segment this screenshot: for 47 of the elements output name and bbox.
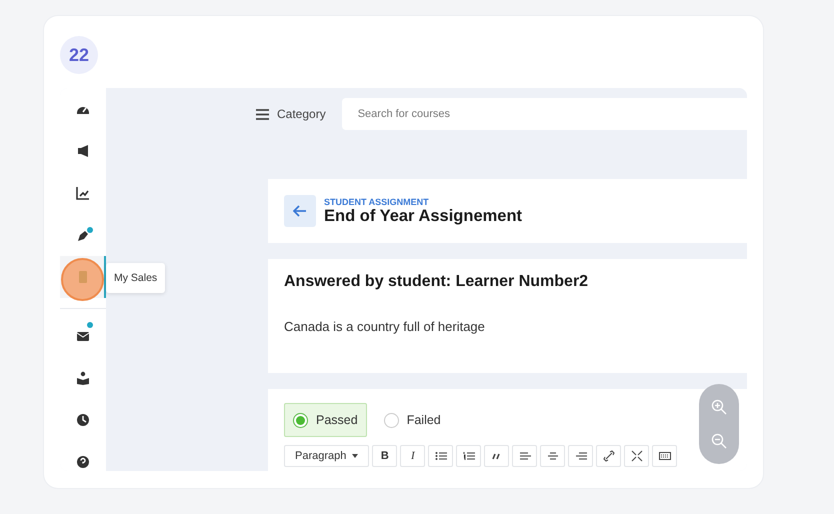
pen-icon	[76, 228, 90, 242]
toolbar-button[interactable]	[540, 445, 566, 467]
tooltip: My Sales	[106, 263, 166, 293]
keyboard-icon	[658, 450, 671, 462]
back-arrow-icon	[293, 205, 307, 217]
italic-button[interactable]: I	[400, 445, 426, 467]
answer-heading: Answered by student: Learner Number2	[284, 273, 590, 291]
zoom-in-icon	[711, 399, 727, 415]
align-center-icon	[546, 450, 559, 462]
category-label: Category	[277, 107, 326, 121]
assignment-title: End of Year Assignement	[324, 206, 522, 226]
toolbar-button[interactable]	[512, 445, 538, 467]
option-label: Passed	[316, 413, 358, 427]
reader-icon	[76, 371, 90, 385]
menu-icon	[256, 108, 269, 120]
paragraph-dropdown[interactable]: Paragraph	[284, 445, 370, 467]
step-badge: 22	[60, 36, 98, 74]
category-menu[interactable]: Category	[256, 107, 326, 121]
radio-button[interactable]	[384, 412, 399, 428]
toolbar-button[interactable]	[568, 445, 594, 467]
grade-option[interactable]: Passed	[284, 403, 367, 437]
align-right-icon	[574, 450, 587, 462]
expand-icon	[630, 450, 643, 462]
toolbar-button[interactable]	[596, 445, 622, 467]
toolbar-button[interactable]	[428, 445, 454, 467]
toolbar-button[interactable]	[484, 445, 510, 467]
option-label: Failed	[406, 413, 441, 427]
toolbar-button[interactable]	[456, 445, 482, 467]
zoom-out-icon	[711, 433, 727, 449]
numbered-list-icon	[462, 450, 475, 462]
megaphone-icon	[76, 144, 90, 158]
bulleted-list-icon	[434, 450, 447, 462]
back-button[interactable]	[284, 195, 316, 227]
chart-icon	[76, 186, 90, 200]
caret-icon	[352, 454, 358, 458]
section-label: STUDENT ASSIGNMENT	[324, 196, 430, 206]
envelope-icon	[76, 329, 90, 343]
radio-button[interactable]	[293, 412, 308, 428]
grade-option[interactable]: Failed	[374, 403, 450, 437]
answer-text: Canada is a country full of heritage	[284, 319, 486, 334]
bold-button[interactable]: B	[372, 445, 398, 467]
toolbar-button[interactable]	[652, 445, 678, 467]
clock-icon	[76, 413, 90, 427]
search-field[interactable]: Search for courses	[342, 98, 747, 130]
toolbar-button[interactable]	[624, 445, 650, 467]
link-icon	[602, 450, 615, 462]
align-left-icon	[518, 450, 531, 462]
